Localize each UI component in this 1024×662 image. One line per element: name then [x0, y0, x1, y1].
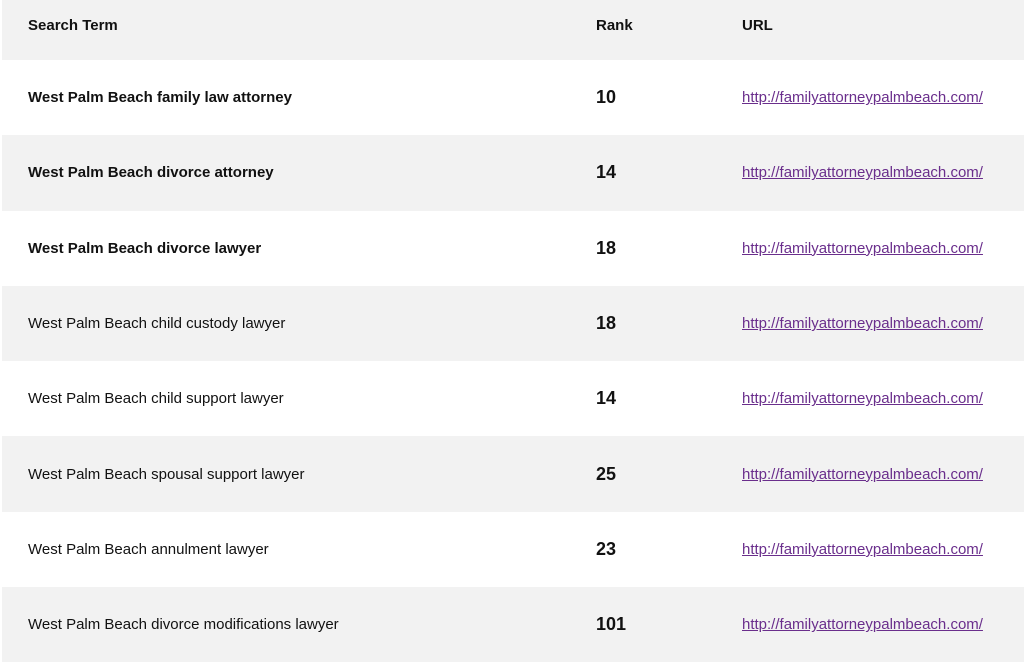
- table-row: West Palm Beach divorce attorney 14 http…: [2, 135, 1024, 211]
- row-url-link[interactable]: http://familyattorneypalmbeach.com/: [742, 164, 983, 181]
- table-row: West Palm Beach spousal support lawyer 2…: [2, 436, 1024, 512]
- row-url-link[interactable]: http://familyattorneypalmbeach.com/: [742, 315, 983, 332]
- row-search-term: West Palm Beach family law attorney: [28, 89, 292, 107]
- table-header-row: Search Term Rank URL: [2, 0, 1024, 60]
- row-url-link[interactable]: http://familyattorneypalmbeach.com/: [742, 616, 983, 633]
- table-row: West Palm Beach child custody lawyer 18 …: [2, 285, 1024, 362]
- row-rank: 14: [596, 162, 617, 183]
- table-row: West Palm Beach annulment lawyer 23 http…: [2, 512, 1024, 587]
- row-search-term: West Palm Beach spousal support lawyer: [28, 465, 305, 483]
- table-row: West Palm Beach child support lawyer 14 …: [2, 361, 1024, 436]
- row-url-link[interactable]: http://familyattorneypalmbeach.com/: [742, 541, 983, 558]
- row-search-term: West Palm Beach divorce lawyer: [28, 239, 262, 257]
- row-search-term: West Palm Beach child support lawyer: [28, 390, 284, 408]
- rankings-table: Search Term Rank URL West Palm Beach fam…: [2, 0, 1024, 662]
- row-search-term: West Palm Beach child custody lawyer: [28, 315, 286, 333]
- table-row: West Palm Beach divorce modifications la…: [2, 587, 1024, 662]
- table-row: West Palm Beach divorce lawyer 18 http:/…: [2, 211, 1024, 286]
- row-url-link[interactable]: http://familyattorneypalmbeach.com/: [742, 390, 983, 407]
- header-rank: Rank: [596, 16, 633, 34]
- row-url-link[interactable]: http://familyattorneypalmbeach.com/: [742, 240, 983, 257]
- row-rank: 23: [596, 538, 617, 559]
- row-url-link[interactable]: http://familyattorneypalmbeach.com/: [742, 89, 983, 106]
- header-search-term: Search Term: [28, 16, 118, 34]
- row-search-term: West Palm Beach divorce attorney: [28, 164, 274, 182]
- row-rank: 25: [596, 463, 617, 484]
- row-rank: 18: [596, 313, 617, 334]
- row-url-link[interactable]: http://familyattorneypalmbeach.com/: [742, 466, 983, 483]
- row-search-term: West Palm Beach annulment lawyer: [28, 540, 269, 558]
- row-rank: 14: [596, 388, 617, 409]
- row-rank: 18: [596, 237, 617, 258]
- row-rank: 101: [596, 614, 627, 635]
- header-url: URL: [742, 16, 773, 34]
- table-row: West Palm Beach family law attorney 10 h…: [2, 60, 1024, 135]
- row-search-term: West Palm Beach divorce modifications la…: [28, 616, 339, 634]
- row-rank: 10: [596, 87, 617, 108]
